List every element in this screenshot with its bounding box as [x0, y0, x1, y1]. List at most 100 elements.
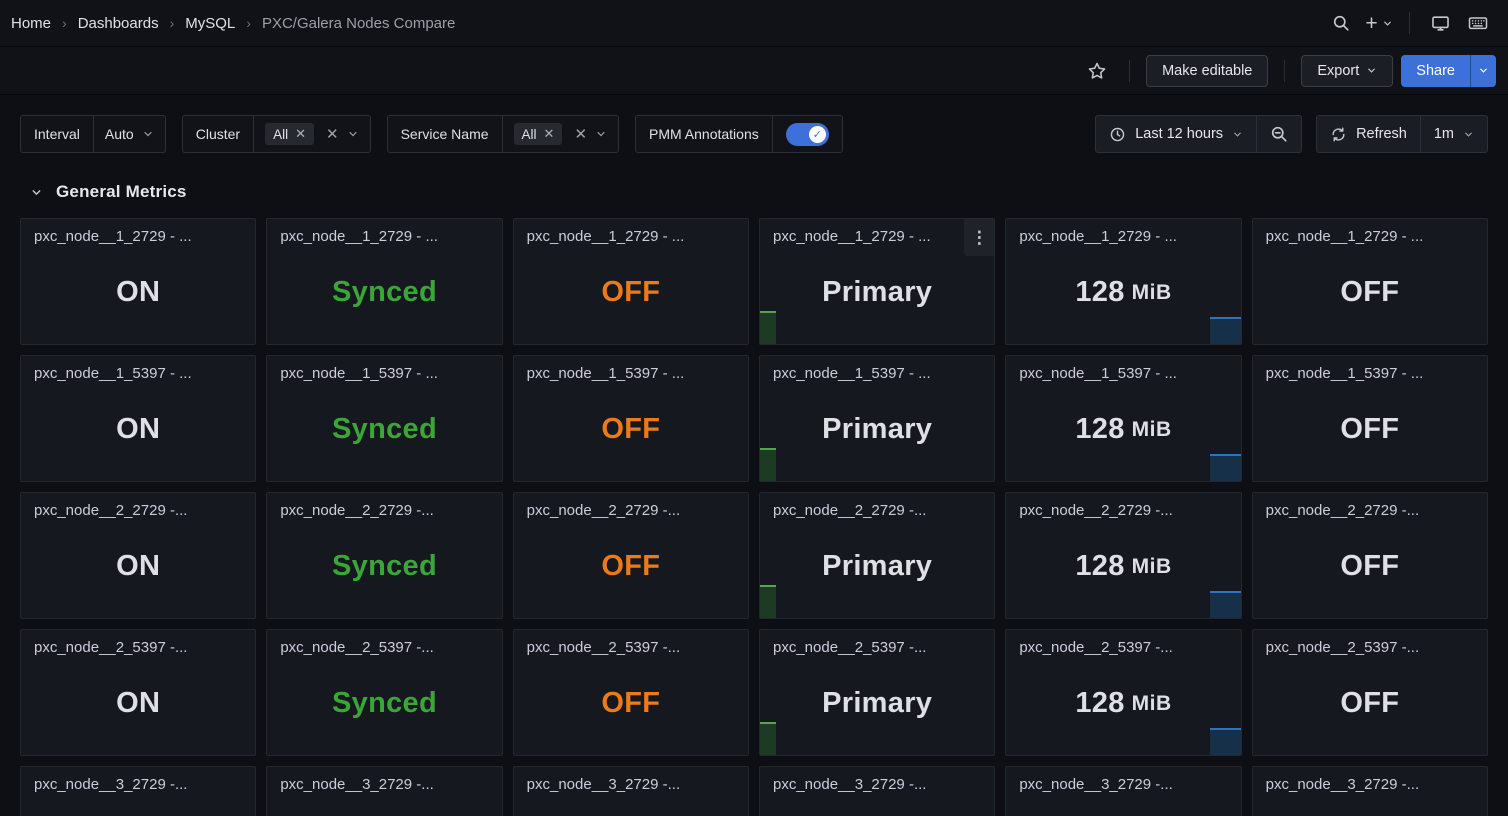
divider [1409, 12, 1410, 34]
make-editable-button[interactable]: Make editable [1146, 55, 1268, 87]
panel-title[interactable]: pxc_node__3_2729 -... [21, 767, 255, 793]
stat-unit: MiB [1132, 281, 1172, 305]
stat-panel: pxc_node__1_5397 - ...Synced [266, 355, 502, 482]
cluster-chip[interactable]: All ✕ [265, 123, 314, 145]
stat-value: Primary [760, 652, 994, 755]
star-icon [1087, 61, 1107, 81]
panel-title[interactable]: pxc_node__3_2729 -... [1253, 767, 1487, 793]
stat-value: OFF [514, 652, 748, 755]
breadcrumb-separator: › [170, 15, 175, 31]
service-name-label: Service Name [388, 116, 503, 152]
section-general-metrics[interactable]: General Metrics [0, 179, 1508, 205]
refresh-button-label: Refresh [1356, 126, 1407, 142]
interval-select[interactable]: Auto [94, 116, 165, 152]
divider [1284, 60, 1285, 82]
time-picker-group: Last 12 hours [1095, 115, 1302, 153]
breadcrumb-dashboards[interactable]: Dashboards [78, 15, 159, 32]
stat-panel: pxc_node__2_5397 -...OFF [513, 629, 749, 756]
stat-value: OFF [514, 378, 748, 481]
breadcrumb-mysql[interactable]: MySQL [185, 15, 235, 32]
refresh-interval-select[interactable]: 1m [1420, 116, 1487, 152]
nav-actions: + [1325, 7, 1494, 39]
sparkline [1210, 454, 1241, 481]
stat-value: OFF [1253, 652, 1487, 755]
stat-value: Synced [267, 652, 501, 755]
panel-title[interactable]: pxc_node__3_2729 -... [1006, 767, 1240, 793]
stat-value: ON [21, 515, 255, 618]
clear-icon[interactable]: ✕ [326, 125, 339, 143]
stat-unit: MiB [1132, 555, 1172, 579]
stat-value: 128MiB [1006, 652, 1240, 755]
refresh-group: Refresh 1m [1316, 115, 1488, 153]
stat-value: Synced [267, 241, 501, 344]
clear-icon[interactable]: ✕ [574, 125, 587, 143]
stat-value: OFF [1253, 378, 1487, 481]
stat-value: ON [21, 378, 255, 481]
panel-title[interactable]: pxc_node__3_2729 -... [514, 767, 748, 793]
stat-value: 128MiB [1006, 378, 1240, 481]
service-name-control: Service Name All ✕ ✕ [387, 115, 619, 153]
panel-title[interactable]: pxc_node__3_2729 -... [760, 767, 994, 793]
refresh-icon [1330, 126, 1347, 143]
service-name-select[interactable]: All ✕ ✕ [503, 116, 619, 152]
chevron-down-icon [30, 186, 43, 199]
kiosk-mode-button[interactable] [1424, 7, 1456, 39]
stat-panel: pxc_node__1_5397 - ...OFF [1252, 355, 1488, 482]
stat-panel: pxc_node__2_2729 -...128MiB [1005, 492, 1241, 619]
variable-controls: Interval Auto Cluster All ✕ ✕ [20, 115, 843, 153]
breadcrumb-home[interactable]: Home [11, 15, 51, 32]
stat-panel: pxc_node__2_5397 -...OFF [1252, 629, 1488, 756]
sparkline [1210, 728, 1241, 755]
cluster-select[interactable]: All ✕ ✕ [254, 116, 370, 152]
stat-value: OFF [514, 515, 748, 618]
section-title: General Metrics [56, 182, 187, 202]
stat-panel: pxc_node__1_2729 - ...⋮Primary [759, 218, 995, 345]
cluster-label: Cluster [183, 116, 254, 152]
refresh-button[interactable]: Refresh [1317, 116, 1420, 152]
stat-panel: pxc_node__2_2729 -...ON [20, 492, 256, 619]
pmm-annotations-toggle[interactable]: ✓ [786, 123, 829, 146]
stat-value: Primary [760, 378, 994, 481]
stat-panel: pxc_node__1_2729 - ...OFF [1252, 218, 1488, 345]
stat-panel: pxc_node__2_2729 -...Primary [759, 492, 995, 619]
star-dashboard-button[interactable] [1081, 55, 1113, 87]
close-icon[interactable]: ✕ [544, 126, 555, 142]
service-name-chip[interactable]: All ✕ [514, 123, 563, 145]
time-range-button[interactable]: Last 12 hours [1096, 116, 1256, 152]
panel-title[interactable]: pxc_node__3_2729 -... [267, 767, 501, 793]
stat-panel: pxc_node__1_5397 - ...Primary [759, 355, 995, 482]
interval-control: Interval Auto [20, 115, 166, 153]
chevron-down-icon [347, 128, 359, 140]
export-button-label: Export [1317, 63, 1359, 79]
stat-value: Synced [267, 515, 501, 618]
stat-panel: pxc_node__1_5397 - ...OFF [513, 355, 749, 482]
pmm-annotations-control: PMM Annotations ✓ [635, 115, 843, 153]
add-button[interactable]: + [1363, 7, 1395, 39]
stat-value: Primary [760, 515, 994, 618]
zoom-out-button[interactable] [1256, 116, 1301, 152]
breadcrumb-separator: › [246, 15, 251, 31]
refresh-interval-value: 1m [1434, 126, 1454, 142]
sparkline [760, 722, 776, 755]
stat-value: ON [21, 652, 255, 755]
share-menu-button[interactable] [1470, 55, 1496, 87]
keyboard-shortcuts-button[interactable] [1462, 7, 1494, 39]
breadcrumb-current: PXC/Galera Nodes Compare [262, 15, 455, 32]
chevron-down-icon [1478, 65, 1489, 76]
chevron-down-icon [1232, 129, 1243, 140]
stat-panel: pxc_node__1_2729 - ...128MiB [1005, 218, 1241, 345]
search-button[interactable] [1325, 7, 1357, 39]
sparkline [760, 448, 776, 481]
stat-value: Synced [267, 378, 501, 481]
cluster-control: Cluster All ✕ ✕ [182, 115, 371, 153]
stat-panel: pxc_node__3_2729 -... [1005, 766, 1241, 816]
share-button[interactable]: Share [1401, 55, 1470, 87]
stat-panel: pxc_node__2_2729 -...Synced [266, 492, 502, 619]
close-icon[interactable]: ✕ [295, 126, 306, 142]
export-button[interactable]: Export [1301, 55, 1393, 87]
stat-panel: pxc_node__3_2729 -... [513, 766, 749, 816]
cluster-chip-label: All [273, 127, 288, 142]
sparkline [1210, 317, 1241, 344]
breadcrumb-bar: Home › Dashboards › MySQL › PXC/Galera N… [0, 0, 1508, 47]
stat-panel: pxc_node__1_5397 - ...ON [20, 355, 256, 482]
